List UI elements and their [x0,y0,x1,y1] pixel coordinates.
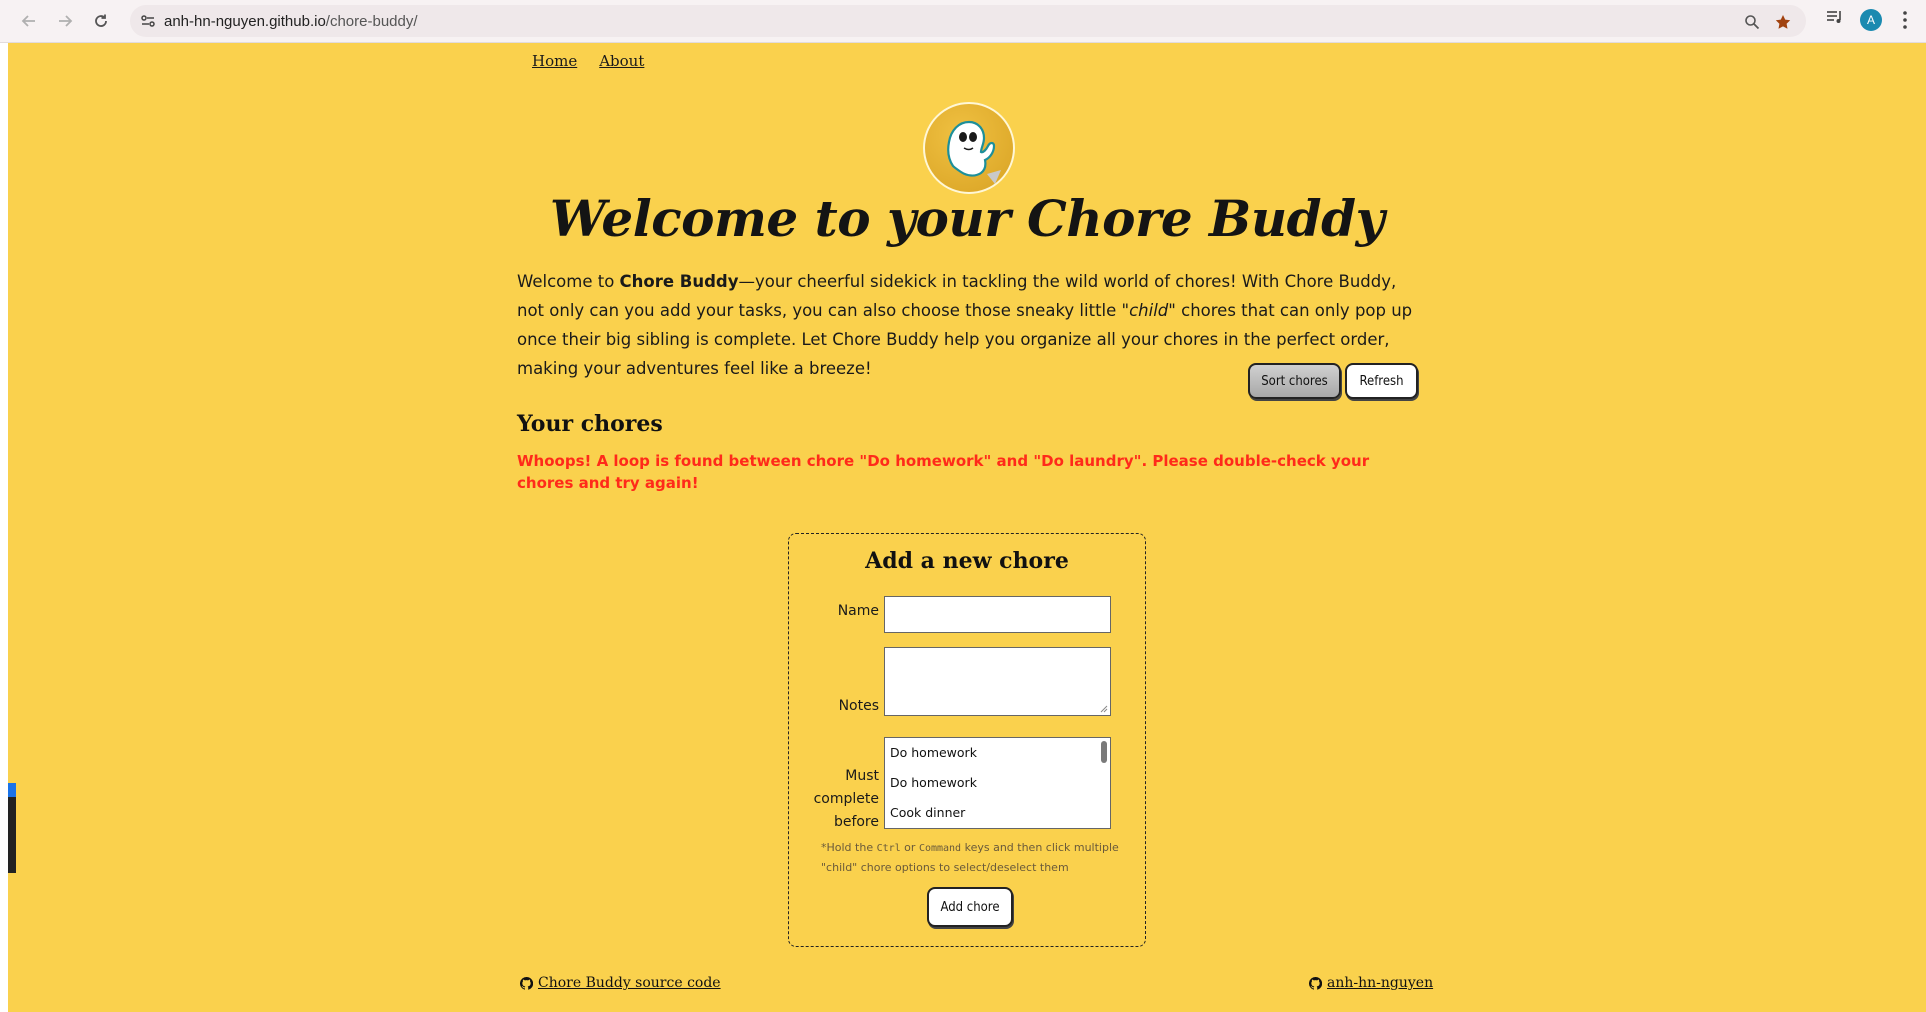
github-icon [1309,976,1322,990]
github-icon [520,976,533,990]
add-chore-button[interactable]: Add chore [927,887,1013,927]
site-settings-icon[interactable] [140,13,156,29]
top-nav: Home About [532,52,644,70]
refresh-button[interactable]: Refresh [1345,363,1418,399]
ghost-logo [923,102,1015,194]
nav-about-link[interactable]: About [599,52,644,70]
side-strip [8,783,16,873]
form-title: Add a new chore [865,548,1069,574]
child-term: "child" [1121,301,1176,320]
author-link[interactable]: anh-hn-nguyen [1309,975,1433,991]
multi-select-hint: *Hold the Ctrl or Command keys and then … [821,841,1119,874]
forward-arrow-icon[interactable] [52,8,78,34]
loop-error-message: Whoops! A loop is found between chore "D… [517,452,1370,492]
author-link-text[interactable]: anh-hn-nguyen [1327,975,1433,991]
notes-label: Notes [838,698,879,714]
name-input[interactable] [884,596,1111,633]
chore-option[interactable]: Do homework [885,768,1110,798]
page-title: Welcome to your Chore Buddy [549,189,1385,248]
chore-option[interactable]: Do homework [885,738,1110,768]
page-content: Home About Welcome to your Chore Buddy W… [8,43,1926,1012]
name-label: Name [837,603,879,619]
kebab-menu-icon[interactable] [1900,8,1910,32]
must-complete-before-label: Must complete before [813,768,879,830]
chore-option[interactable]: Cook dinner [885,798,1110,828]
bookmark-star-icon[interactable] [1775,14,1791,30]
address-bar[interactable]: anh-hn-nguyen.github.io/chore-buddy/ [130,5,1806,37]
sort-chores-button[interactable]: Sort chores [1248,363,1341,399]
resize-grip-icon[interactable] [1100,705,1108,713]
avatar[interactable]: A [1860,9,1882,31]
notes-textarea[interactable] [884,647,1111,716]
reload-icon[interactable] [88,8,114,34]
browser-toolbar: anh-hn-nguyen.github.io/chore-buddy/ A [0,0,1926,43]
media-icon[interactable] [1826,9,1844,25]
add-chore-form: Add a new chore Name Notes Must complete… [788,533,1146,947]
chores-section-title: Your chores [517,411,663,437]
url-text: anh-hn-nguyen.github.io/chore-buddy/ [164,13,418,30]
back-arrow-icon[interactable] [16,8,42,34]
source-code-link[interactable]: Chore Buddy source code [520,975,721,991]
source-code-link-text[interactable]: Chore Buddy source code [538,975,721,991]
child-chores-select[interactable]: Do homework Do homework Cook dinner [884,737,1111,829]
select-scrollbar[interactable] [1101,741,1107,763]
brand-name: Chore Buddy [619,272,739,291]
nav-home-link[interactable]: Home [532,52,577,70]
zoom-icon[interactable] [1744,14,1760,30]
